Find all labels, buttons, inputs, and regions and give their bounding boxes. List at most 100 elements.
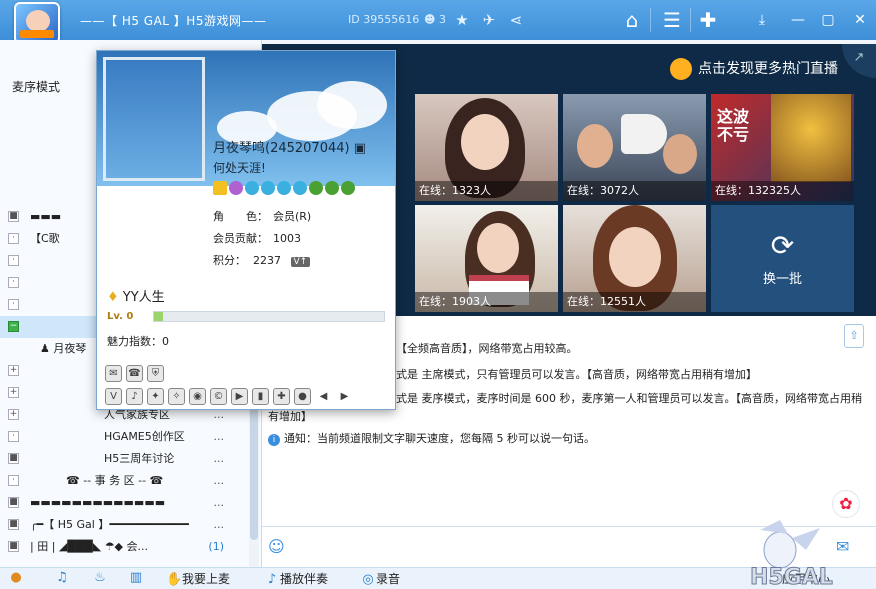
user-profile-card: 月夜琴鸣(245207044) ▣ 何处天涯! 角 色： 会员(R) 会员贡献： 1… (96, 50, 396, 410)
tile-caption: 在线：3072人 (563, 181, 706, 201)
crown-icon (213, 181, 227, 195)
corner-toggle-icon[interactable]: ↗ (842, 44, 876, 78)
collapse-icon[interactable]: − (8, 321, 19, 332)
record-button[interactable]: ◎ 录音 (360, 570, 400, 588)
lock-icon: ■ (8, 541, 19, 552)
mail-icon[interactable]: ✉ (105, 365, 122, 382)
live-tile[interactable]: 这波不亏 在线：132325人 (711, 94, 854, 201)
expand-icon[interactable]: + (8, 365, 19, 376)
expand-icon[interactable]: + (8, 387, 19, 398)
share-icon[interactable]: ⋖ (506, 10, 526, 30)
sound-icon[interactable]: ♪ (126, 388, 143, 405)
expand-icon[interactable]: · (8, 255, 19, 266)
yy-life: ♦ YY人生 (107, 290, 165, 305)
refresh-button[interactable]: ⟳ 换一批 (711, 205, 854, 312)
mic-mode-label: 麦序模式 (12, 80, 61, 94)
svg-text:H5GAL: H5GAL (750, 565, 833, 589)
channel-logo[interactable] (14, 2, 60, 44)
play-icon (670, 58, 692, 80)
channel-item[interactable]: ■ ╭━【 H5 Gal 】━━━━━━━━━━━━... (0, 514, 258, 536)
badge-icon (229, 181, 243, 195)
live-tile[interactable]: 在线：3072人 (563, 94, 706, 201)
tile-caption: 在线：1903人 (415, 292, 558, 312)
flower-icon[interactable]: ✿ (832, 490, 860, 518)
info-icon: i (268, 434, 280, 446)
card-icon[interactable]: ▣ (354, 141, 366, 156)
list-icon[interactable]: ☰ (658, 6, 686, 34)
vip-icon[interactable]: V (105, 388, 122, 405)
channel-item[interactable]: ■ ▬▬▬▬▬▬▬▬▬▬▬▬▬... (0, 492, 258, 514)
close-icon[interactable]: ✕ (850, 10, 870, 30)
title-bar: ——【 H5 GAL 】H5游戏网—— ID 39555616 ☻ 3 ★ ✈ … (0, 0, 876, 44)
phone-app-icon[interactable]: ▮ (252, 388, 269, 405)
game-icon[interactable]: ✚ (694, 6, 722, 34)
app-window: ——【 H5 GAL 】H5游戏网—— ID 39555616 ☻ 3 ★ ✈ … (0, 0, 876, 589)
badge-row (213, 181, 357, 197)
prev-icon[interactable]: ◀ (315, 389, 332, 406)
tile-caption: 在线：1323人 (415, 181, 558, 201)
expand-icon[interactable]: · (8, 475, 19, 486)
gift-icon[interactable]: ✧ (168, 388, 185, 405)
expand-icon[interactable]: · (8, 233, 19, 244)
channel-title: ——【 H5 GAL 】H5游戏网—— (80, 14, 267, 28)
divider (690, 8, 691, 32)
live-tile[interactable]: 在线：1323人 (415, 94, 558, 201)
points-row: 积分： 2237 V↑ (213, 252, 311, 268)
channel-id: ID 39555616 (348, 13, 420, 26)
scroll-up-button[interactable]: ⇧ (844, 324, 864, 348)
monkey-icon[interactable]: ● (8, 570, 24, 586)
leaf-icon (341, 181, 355, 195)
upgrade-icon[interactable]: V↑ (290, 257, 311, 267)
maximize-icon[interactable]: ▢ (818, 10, 838, 30)
minimize-icon[interactable]: — (788, 10, 808, 30)
mascot-logo: H5GAL (750, 520, 833, 589)
role-row: 角 色： 会员(R) (213, 210, 312, 223)
mic-icon[interactable]: ♨ (92, 570, 108, 586)
channel-item[interactable]: ■ | 田 | ◢███◣ ☂◆ 会... (1) (0, 536, 258, 558)
tile-caption: 在线：12551人 (563, 292, 706, 312)
phone-icon[interactable]: ☎ (126, 365, 143, 382)
expand-icon[interactable]: · (8, 299, 19, 310)
puzzle-icon[interactable]: ✦ (147, 388, 164, 405)
play-accompaniment-button[interactable]: ♪ 播放伴奏 (264, 570, 328, 588)
next-icon[interactable]: ▶ (336, 389, 353, 406)
gamepad-icon[interactable]: ✚ (273, 388, 290, 405)
diamond-icon (293, 181, 307, 195)
medal-icon[interactable]: ◉ (189, 388, 206, 405)
channel-item[interactable]: ■ H5三周年讨论... (0, 448, 258, 470)
channel-item[interactable]: · ☎ -- 事 务 区 -- ☎... (0, 470, 258, 492)
charm-index: 魅力指数：0 (107, 335, 169, 348)
download-icon[interactable]: ⤓ (752, 10, 772, 30)
shield-icon[interactable]: ⛨ (147, 365, 164, 382)
level-progress-fill (154, 312, 164, 321)
speaker-icon[interactable]: ♫ (54, 570, 70, 586)
home-icon[interactable]: ⌂ (618, 6, 646, 34)
live-tile[interactable]: 在线：1903人 (415, 205, 558, 312)
star-icon[interactable]: ★ (452, 10, 472, 30)
play-icon[interactable]: ▶ (231, 388, 248, 405)
live-tile[interactable]: 在线：12551人 (563, 205, 706, 312)
expand-icon[interactable]: + (8, 409, 19, 420)
diamond-icon (277, 181, 291, 195)
diamond-icon: ♦ (107, 290, 119, 305)
contribution-row: 会员贡献： 1003 (213, 232, 301, 245)
refresh-icon: ⟳ (770, 229, 795, 262)
expand-icon[interactable]: · (8, 277, 19, 288)
hand-icon: ✋ (166, 571, 183, 587)
level-label: Lv. 0 (107, 311, 134, 322)
plane-icon[interactable]: ✈ (479, 10, 499, 30)
profile-name: 月夜琴鸣(245207044) ▣ (213, 141, 367, 156)
music-icon: ♪ (267, 571, 277, 587)
channel-item[interactable]: · HGAME5创作区... (0, 426, 258, 448)
find-more-live-link[interactable]: 点击发现更多热门直播 (670, 58, 838, 80)
stop-icon[interactable]: ● (294, 388, 311, 405)
take-mic-button[interactable]: ✋我要上麦 (166, 570, 230, 588)
level-progress (153, 311, 385, 322)
avatar[interactable] (103, 57, 205, 181)
tile-caption: 在线：132325人 (711, 181, 854, 201)
copyright-icon[interactable]: © (210, 388, 227, 405)
expand-icon[interactable]: · (8, 431, 19, 442)
emoji-icon[interactable]: ☺ (268, 537, 285, 556)
equalizer-icon[interactable]: ▥ (128, 570, 144, 586)
user-count-value: 3 (438, 13, 446, 26)
